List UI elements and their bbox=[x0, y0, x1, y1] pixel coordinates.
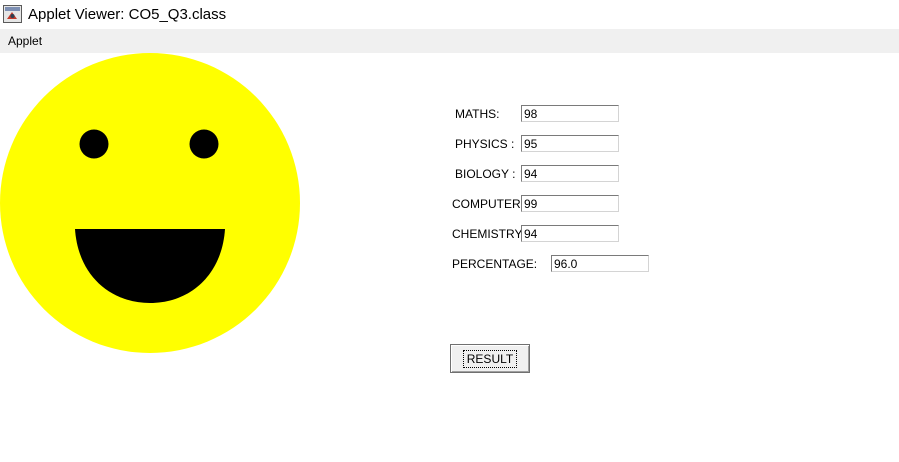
maths-label: MATHS: bbox=[455, 107, 500, 121]
physics-field[interactable] bbox=[521, 135, 619, 152]
maths-field[interactable] bbox=[521, 105, 619, 122]
menu-applet[interactable]: Applet bbox=[8, 34, 42, 48]
window-title: Applet Viewer: CO5_Q3.class bbox=[28, 6, 227, 23]
smiley-face-icon bbox=[0, 53, 300, 353]
left-eye bbox=[79, 129, 109, 159]
chemistry-label: CHEMISTRY bbox=[452, 227, 523, 241]
applet-viewer-window: Applet Viewer: CO5_Q3.class Applet MATHS… bbox=[0, 0, 899, 462]
title-bar: Applet Viewer: CO5_Q3.class bbox=[0, 0, 899, 29]
percentage-field[interactable] bbox=[551, 255, 649, 272]
computer-label: COMPUTER bbox=[452, 197, 521, 211]
face-circle bbox=[0, 53, 300, 353]
biology-label: BIOLOGY : bbox=[455, 167, 516, 181]
result-button-label: RESULT bbox=[462, 349, 518, 368]
chemistry-field[interactable] bbox=[521, 225, 619, 242]
biology-field[interactable] bbox=[521, 165, 619, 182]
result-button[interactable]: RESULT bbox=[450, 344, 530, 373]
computer-field[interactable] bbox=[521, 195, 619, 212]
applet-canvas: MATHS: PHYSICS : BIOLOGY : COMPUTER CHEM… bbox=[0, 53, 899, 462]
physics-label: PHYSICS : bbox=[455, 137, 515, 151]
percentage-label: PERCENTAGE: bbox=[452, 257, 538, 271]
right-eye bbox=[189, 129, 219, 159]
menu-bar: Applet bbox=[0, 29, 899, 53]
java-applet-icon bbox=[3, 5, 22, 23]
